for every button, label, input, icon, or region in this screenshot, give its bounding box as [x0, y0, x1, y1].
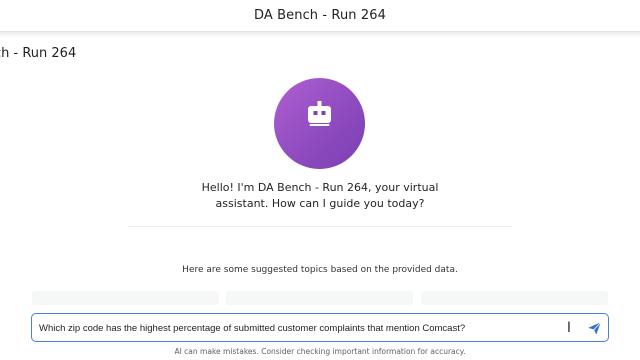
- send-button[interactable]: [585, 319, 603, 337]
- suggested-topic-card-1[interactable]: [32, 291, 219, 305]
- chat-input[interactable]: [39, 319, 549, 337]
- send-icon: [587, 321, 601, 335]
- chat-input-container: I: [31, 313, 609, 342]
- text-cursor-icon: I: [566, 320, 572, 336]
- title-bar-shadow: [0, 32, 640, 38]
- window-title: DA Bench - Run 264: [254, 8, 386, 23]
- ai-disclaimer: AI can make mistakes. Consider checking …: [174, 347, 466, 356]
- suggested-topic-card-2[interactable]: [226, 291, 413, 305]
- divider: [128, 226, 512, 227]
- suggested-topics-caption: Here are some suggested topics based on …: [182, 265, 458, 275]
- assistant-greeting: Hello! I'm DA Bench - Run 264, your virt…: [201, 181, 439, 210]
- panel-title: ch - Run 264: [0, 46, 77, 61]
- window-title-bar: DA Bench - Run 264: [0, 0, 640, 32]
- robot-icon: [308, 101, 331, 126]
- assistant-avatar: [274, 78, 365, 169]
- suggested-topic-card-3[interactable]: [421, 291, 608, 305]
